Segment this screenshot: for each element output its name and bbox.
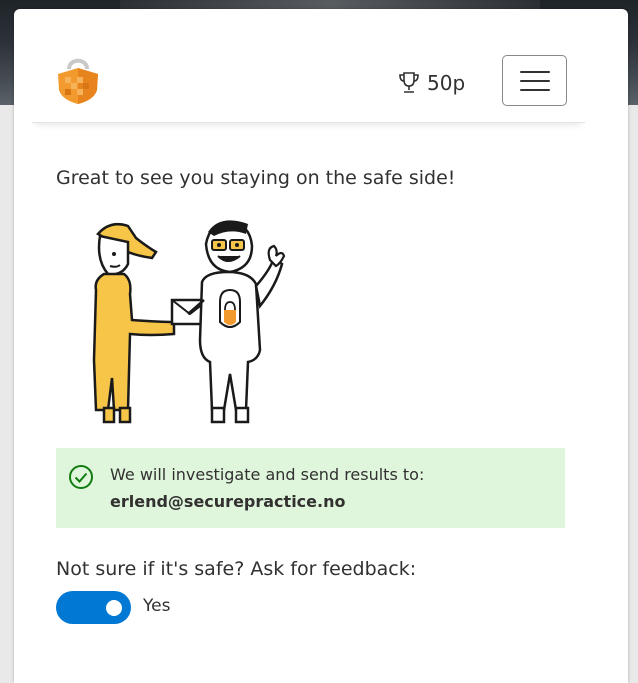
toggle-knob [106,600,122,616]
hamburger-menu-icon [519,79,550,82]
hamburger-menu-icon [519,88,550,91]
check-circle-icon [69,465,93,489]
points-value: 50p [427,71,466,95]
hamburger-menu-icon [519,70,550,73]
panel-header: 50p [32,40,585,123]
notice-message: We will investigate and send results to: [110,465,425,484]
background-left-edge [0,105,14,683]
greeting-text: Great to see you staying on the safe sid… [56,167,456,189]
confirmation-notice: We will investigate and send results to:… [56,448,565,528]
points-display: 50p [398,68,465,98]
notice-email: erlend@securepractice.no [110,492,346,511]
secure-practice-logo-icon [58,58,98,104]
feedback-toggle[interactable] [56,591,131,624]
illustration-image [92,220,286,424]
feedback-question: Not sure if it's safe? Ask for feedback: [56,558,417,580]
trophy-icon [399,72,419,93]
toggle-label: Yes [143,596,171,616]
menu-button[interactable] [502,55,567,106]
background-right-edge [628,105,638,683]
